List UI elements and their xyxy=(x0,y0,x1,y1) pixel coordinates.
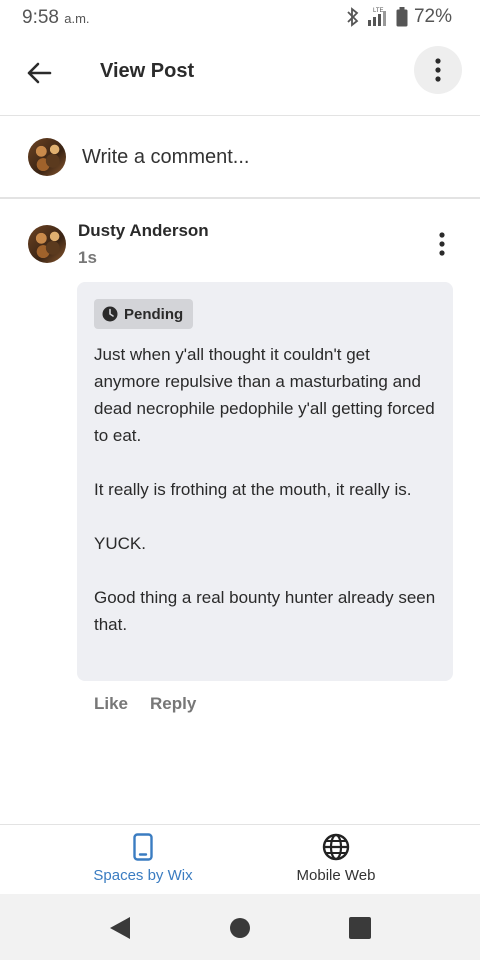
status-badge-label: Pending xyxy=(124,305,184,323)
network-label: LTE xyxy=(373,8,384,14)
comment-paragraph: It really is frothing at the mouth, it r… xyxy=(94,480,412,499)
comment-author[interactable]: Dusty Anderson xyxy=(78,221,209,241)
comment-bubble: Pending Just when y'all thought it could… xyxy=(77,282,453,681)
battery-icon xyxy=(396,7,408,27)
current-user-avatar xyxy=(28,138,66,176)
tab-label: Spaces by Wix xyxy=(93,867,193,884)
bottom-tab-bar: Spaces by Wix Mobile Web xyxy=(0,824,480,894)
comment-more-button[interactable] xyxy=(430,230,454,258)
page-title: View Post xyxy=(100,60,195,82)
comment-input[interactable]: Write a comment... xyxy=(82,146,249,169)
back-button[interactable] xyxy=(22,56,56,90)
tab-mobile-web[interactable]: Mobile Web xyxy=(236,833,436,884)
status-time: 9:58 a.m. xyxy=(22,7,90,29)
app-bar: View Post xyxy=(0,36,480,116)
status-clock: 9:58 xyxy=(22,7,59,28)
reply-button[interactable]: Reply xyxy=(150,694,196,714)
status-icons: LTE 72% xyxy=(346,6,452,28)
globe-icon xyxy=(322,833,350,861)
phone-icon xyxy=(133,833,153,861)
clock-icon xyxy=(102,306,118,322)
comment-composer: Write a comment... xyxy=(0,117,480,199)
signal-icon: LTE xyxy=(367,8,386,26)
post-more-button[interactable] xyxy=(414,46,462,94)
status-ampm: a.m. xyxy=(64,11,90,26)
triangle-back-icon xyxy=(110,917,130,939)
system-back-button[interactable] xyxy=(106,914,134,942)
tab-label: Mobile Web xyxy=(296,867,376,884)
tab-spaces-by-wix[interactable]: Spaces by Wix xyxy=(43,833,243,884)
author-avatar[interactable] xyxy=(28,225,66,263)
comment-paragraph: YUCK. xyxy=(94,534,146,553)
like-button[interactable]: Like xyxy=(94,694,128,714)
system-nav-bar xyxy=(0,894,480,960)
comment-body: Just when y'all thought it couldn't get … xyxy=(94,341,439,665)
status-bar: 9:58 a.m. LTE 72% xyxy=(0,0,480,36)
square-recents-icon xyxy=(349,917,371,939)
comment-timestamp: 1s xyxy=(78,248,97,267)
comment-paragraph: Just when y'all thought it couldn't get … xyxy=(94,345,435,445)
bluetooth-icon xyxy=(347,7,359,27)
arrow-left-icon xyxy=(27,62,52,84)
more-vertical-icon xyxy=(435,58,441,82)
comment-paragraph: Good thing a real bounty hunter already … xyxy=(94,588,436,634)
battery-percent: 72% xyxy=(413,6,452,27)
circle-home-icon xyxy=(230,918,250,938)
system-home-button[interactable] xyxy=(226,914,254,942)
status-badge: Pending xyxy=(94,299,194,329)
comment-actions: Like Reply xyxy=(94,694,196,714)
more-vertical-icon xyxy=(439,232,445,256)
system-recents-button[interactable] xyxy=(346,914,374,942)
